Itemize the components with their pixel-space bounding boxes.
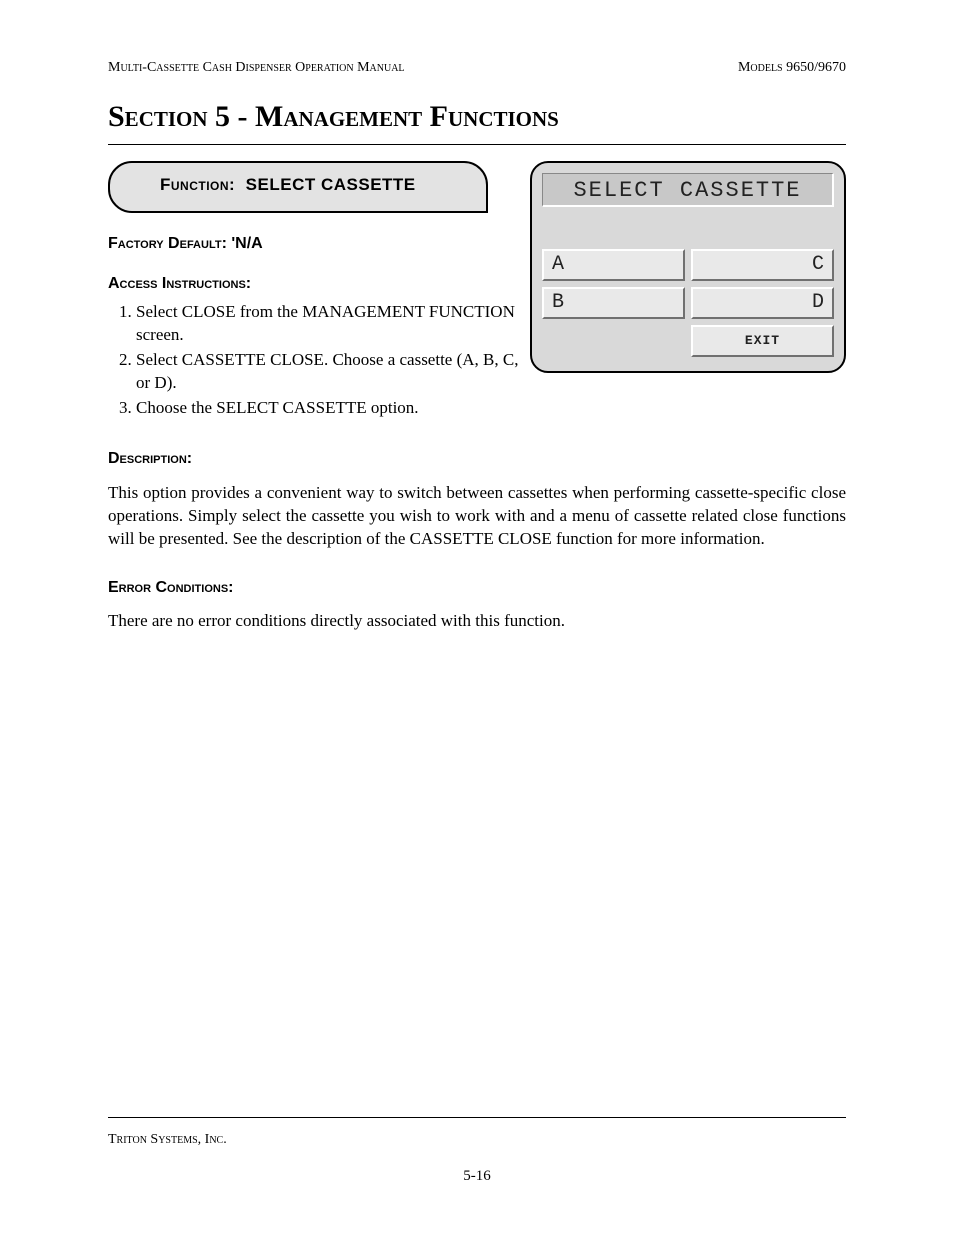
access-label: Access Instructions:	[108, 275, 526, 293]
cassette-a-button[interactable]: A	[542, 249, 685, 281]
header-right: Models 9650/9670	[738, 60, 846, 76]
function-tab: Function: SELECT CASSETTE	[108, 161, 488, 213]
header-left: Multi-Cassette Cash Dispenser Operation …	[108, 60, 405, 76]
exit-button[interactable]: EXIT	[691, 325, 834, 357]
page-header: Multi-Cassette Cash Dispenser Operation …	[108, 60, 846, 76]
error-label: Error Conditions:	[108, 579, 846, 597]
description-text: This option provides a convenient way to…	[108, 482, 846, 551]
list-item: Select CLOSE from the MANAGEMENT FUNCTIO…	[136, 301, 526, 347]
list-item: Select CASSETTE CLOSE. Choose a cassette…	[136, 349, 526, 395]
screen-title: SELECT CASSETTE	[542, 173, 834, 207]
footer-page-number: 5-16	[108, 1168, 846, 1185]
divider	[108, 144, 846, 145]
footer-company: Triton Systems, Inc.	[108, 1132, 846, 1148]
factory-default-value: 'N/A	[231, 235, 262, 252]
section-title: Section 5 - Management Functions	[108, 100, 846, 134]
access-list: Select CLOSE from the MANAGEMENT FUNCTIO…	[108, 301, 526, 420]
page-footer: Triton Systems, Inc. 5-16	[108, 1109, 846, 1185]
function-label: Function:	[160, 175, 235, 194]
factory-default-label: Factory Default:	[108, 235, 227, 252]
factory-default: Factory Default: 'N/A	[108, 235, 526, 253]
cassette-b-button[interactable]: B	[542, 287, 685, 319]
screen-mockup: SELECT CASSETTE A C B D EXIT	[530, 161, 846, 373]
function-name: SELECT CASSETTE	[246, 175, 416, 194]
description-label: Description:	[108, 450, 846, 468]
error-text: There are no error conditions directly a…	[108, 611, 846, 631]
cassette-d-button[interactable]: D	[691, 287, 834, 319]
cassette-c-button[interactable]: C	[691, 249, 834, 281]
list-item: Choose the SELECT CASSETTE option.	[136, 397, 526, 420]
footer-divider	[108, 1117, 846, 1118]
blank-button	[542, 325, 685, 357]
